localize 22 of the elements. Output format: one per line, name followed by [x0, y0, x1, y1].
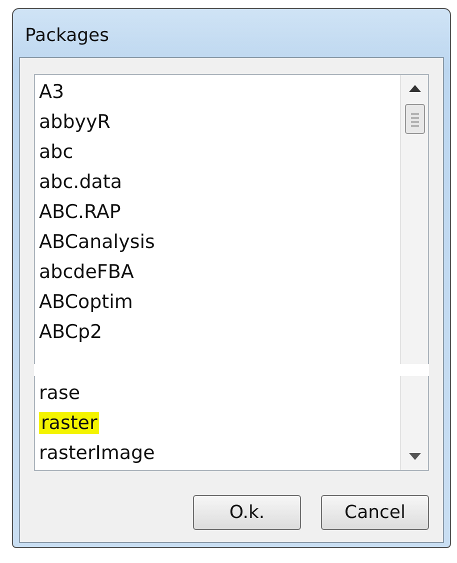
- list-item[interactable]: abbyyR: [39, 111, 110, 133]
- ok-button[interactable]: O.k.: [193, 495, 301, 530]
- list-item[interactable]: ABCanalysis: [39, 231, 155, 253]
- list-item[interactable]: abcdeFBA: [39, 261, 134, 283]
- scrollbar-track[interactable]: [400, 75, 428, 364]
- list-item[interactable]: raster: [39, 412, 100, 434]
- list-item[interactable]: ABCoptim: [39, 291, 133, 313]
- list-item[interactable]: ABC.RAP: [39, 201, 121, 223]
- list-item[interactable]: abc: [39, 141, 74, 163]
- list-item[interactable]: rasterImage: [39, 442, 155, 464]
- package-list[interactable]: A3 abbyyR abc abc.data ABC.RAP ABCanalysis abcdeFBA ABCoptim ABCp2: [34, 74, 429, 364]
- scroll-up-icon[interactable]: [408, 85, 420, 92]
- list-item[interactable]: abc.data: [39, 171, 122, 193]
- scrollbar-thumb[interactable]: [404, 104, 424, 134]
- cancel-button[interactable]: Cancel: [321, 495, 429, 530]
- package-list[interactable]: rase raster rasterImage: [34, 376, 429, 471]
- list-item[interactable]: A3: [39, 81, 64, 103]
- list-item[interactable]: rase: [39, 382, 80, 404]
- scroll-down-icon[interactable]: [408, 453, 420, 460]
- list-item[interactable]: ABCp2: [39, 321, 102, 343]
- window-title: Packages: [24, 24, 110, 48]
- scrollbar-track[interactable]: [400, 376, 428, 470]
